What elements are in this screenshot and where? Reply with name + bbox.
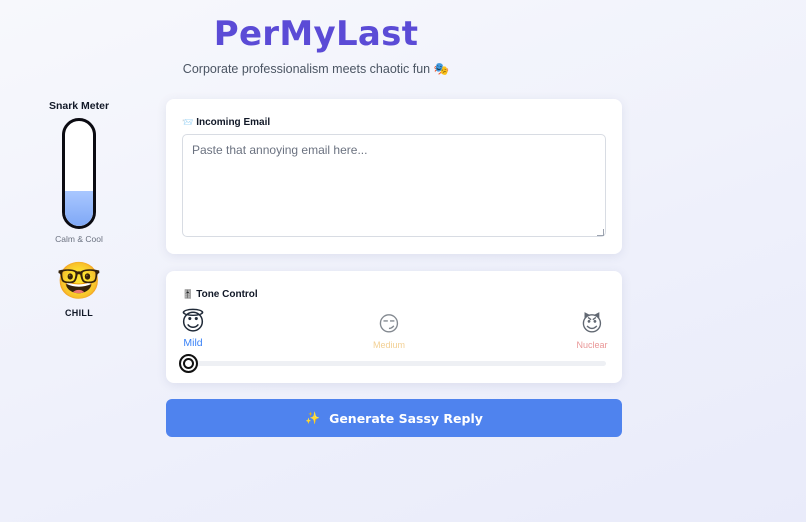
tone-option-medium[interactable]: 😏 Medium <box>366 312 412 350</box>
email-card-label: 📨 Incoming Email <box>182 117 270 128</box>
nerd-face-icon: 🤓 <box>56 260 102 301</box>
tone-slider-track[interactable] <box>188 361 606 366</box>
generate-reply-button[interactable]: ✨ Generate Sassy Reply <box>166 399 622 437</box>
snark-meter-fill <box>65 191 93 226</box>
page-title: PerMyLast <box>213 14 419 54</box>
snark-meter-caption: Calm & Cool <box>55 234 103 244</box>
angel-face-icon: 😇 <box>181 309 205 335</box>
tone-option-label: Nuclear <box>576 340 608 350</box>
tone-option-nuclear[interactable]: 😈 Nuclear <box>570 312 614 350</box>
tone-card-label: 🎚️ Tone Control <box>182 289 258 300</box>
snark-meter-title: Snark Meter <box>48 100 110 112</box>
snark-meter <box>62 118 96 229</box>
email-label-text: Incoming Email <box>196 117 271 128</box>
tone-slider-thumb[interactable] <box>179 354 198 373</box>
email-input[interactable] <box>182 134 606 237</box>
email-card: 📨 Incoming Email <box>166 99 622 254</box>
devil-face-icon: 😈 <box>581 313 603 336</box>
slider-control-icon: 🎚️ <box>182 289 194 299</box>
tone-option-mild[interactable]: 😇 Mild <box>174 309 212 349</box>
generate-button-label: Generate Sassy Reply <box>329 410 483 426</box>
tone-option-label: Mild <box>183 337 203 349</box>
page-subtitle: Corporate professionalism meets chaotic … <box>182 62 450 76</box>
envelope-icon: 📨 <box>182 117 194 127</box>
resize-handle-icon[interactable] <box>597 229 604 236</box>
tone-label-text: Tone Control <box>196 289 258 300</box>
mood-label: CHILL <box>65 308 93 318</box>
tone-card: 🎚️ Tone Control 😇 Mild 😏 Medium 😈 Nuclear <box>166 271 622 383</box>
tone-option-label: Medium <box>372 340 405 350</box>
sparkles-icon: ✨ <box>305 411 321 425</box>
smirk-face-icon: 😏 <box>378 313 400 336</box>
